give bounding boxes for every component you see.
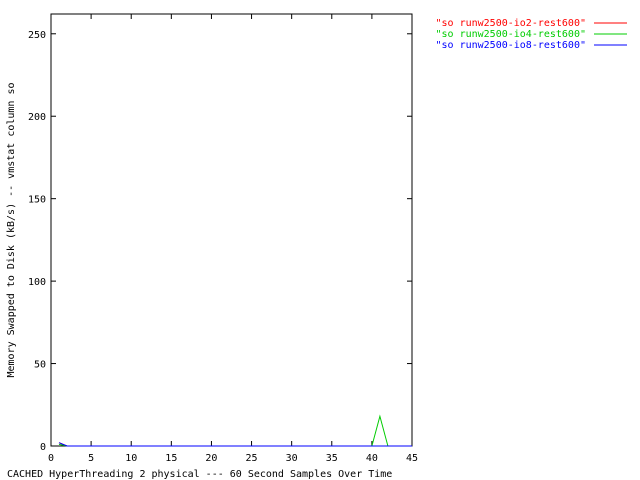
y-axis-label: Memory Swapped to Disk (kB/s) -- vmstat … (6, 82, 17, 377)
chart: 0 50 100 150 200 250 0 5 10 15 20 25 30 35 40 45 "so r… (6, 13, 627, 480)
series-lines (58, 414, 412, 447)
x-tick-label: 30 (286, 453, 298, 464)
y-tick-label: 150 (28, 195, 46, 206)
x-tick-label: 15 (165, 453, 177, 464)
series-line-2 (58, 414, 412, 447)
x-tick-label: 35 (326, 453, 338, 464)
legend-label-3: "so runw2500-io8-rest600" (435, 40, 586, 51)
y-tick-label: 50 (34, 360, 46, 371)
legend-label-1: "so runw2500-io2-rest600" (435, 18, 586, 29)
x-tick-label: 0 (48, 453, 54, 464)
x-axis-ticks: 0 5 10 15 20 25 30 35 40 45 (48, 14, 418, 464)
legend-label-2: "so runw2500-io4-rest600" (435, 29, 586, 40)
plot-frame (50, 13, 413, 447)
y-axis-ticks: 0 50 100 150 200 250 (28, 30, 412, 453)
x-axis-label: CACHED HyperThreading 2 physical --- 60 … (7, 469, 392, 480)
x-tick-label: 40 (366, 453, 378, 464)
y-tick-label: 200 (28, 112, 46, 123)
legend: "so runw2500-io2-rest600""so runw2500-io… (435, 18, 627, 51)
y-tick-label: 0 (40, 442, 46, 453)
y-tick-label: 250 (28, 30, 46, 41)
y-tick-label: 100 (28, 277, 46, 288)
x-tick-label: 5 (88, 453, 94, 464)
series-line-3 (58, 442, 412, 447)
x-tick-label: 10 (125, 453, 137, 464)
x-tick-label: 45 (406, 453, 418, 464)
x-tick-label: 20 (205, 453, 217, 464)
x-tick-label: 25 (246, 453, 258, 464)
